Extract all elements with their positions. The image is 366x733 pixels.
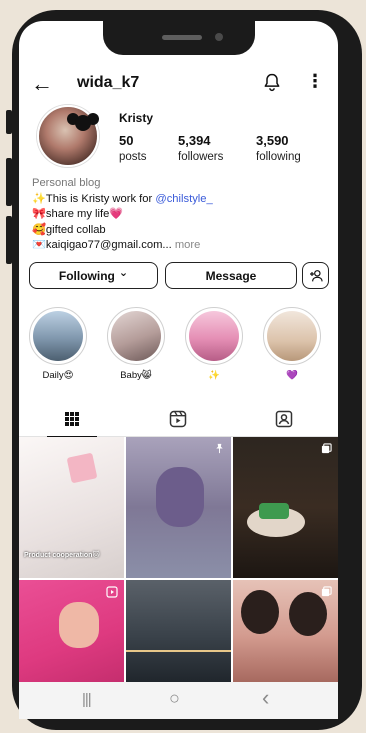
- grid-post[interactable]: [126, 437, 231, 578]
- stat-label: posts: [119, 151, 147, 163]
- stat-posts[interactable]: 50 posts: [119, 133, 147, 163]
- side-button-mid: [6, 158, 12, 206]
- post-thumbnail-shape: [66, 452, 98, 484]
- highlight-ring: [29, 307, 87, 365]
- story-highlight[interactable]: 💜: [263, 307, 321, 381]
- stat-value: 50: [119, 133, 134, 148]
- tagged-icon: [275, 410, 293, 428]
- posts-grid: Product cooperation🐱: [19, 437, 338, 682]
- speaker-slot: [162, 35, 202, 40]
- bio: Personal blog ✨This is Kristy work for @…: [32, 176, 332, 254]
- front-camera: [215, 33, 223, 41]
- back-icon[interactable]: ‹: [262, 685, 269, 711]
- post-thumbnail-shape: [59, 602, 99, 648]
- tab-posts-grid[interactable]: [19, 401, 125, 438]
- reel-icon: [106, 586, 118, 598]
- bio-line: ✨This is Kristy work for @chilstyle_: [32, 192, 332, 208]
- highlight-cover: [189, 311, 239, 361]
- chevron-down-icon: ⌄: [118, 267, 129, 279]
- screen: ← wida_k7 ⋮ Kristy 50 posts 5,394 follow…: [19, 21, 338, 719]
- story-highlight[interactable]: ✨: [185, 307, 243, 381]
- grid-post[interactable]: Product cooperation🐱: [19, 437, 124, 578]
- stat-value: 5,394: [178, 133, 211, 148]
- bio-text: ✨This is Kristy work for: [32, 192, 156, 205]
- post-thumbnail-shape: [156, 467, 204, 527]
- following-label: Following: [58, 268, 115, 283]
- message-button[interactable]: Message: [165, 262, 297, 289]
- stat-label: followers: [178, 151, 224, 163]
- bio-more-link[interactable]: more: [172, 239, 201, 251]
- profile-actions: Following ⌄ Message: [29, 262, 334, 290]
- side-button-low: [6, 216, 12, 264]
- bell-icon[interactable]: [262, 72, 282, 92]
- system-navigation-bar: ||| ○ ‹: [19, 682, 338, 719]
- bio-line: 💌kaiqigao77@gmail.com... more: [32, 238, 332, 254]
- grid-icon: [65, 412, 79, 426]
- home-icon[interactable]: ○: [169, 688, 180, 709]
- add-user-icon: [309, 269, 323, 281]
- post-thumbnail-shape: [289, 592, 327, 636]
- profile-tabs: [19, 401, 338, 438]
- tab-reels[interactable]: [125, 401, 231, 437]
- highlight-label: Daily😍: [42, 370, 74, 381]
- profile-header: ← wida_k7 ⋮: [19, 69, 338, 99]
- carousel-icon: [321, 443, 332, 454]
- recents-icon[interactable]: |||: [82, 691, 92, 708]
- grid-post[interactable]: [233, 580, 338, 682]
- tab-tagged[interactable]: [231, 401, 337, 437]
- bio-email: 💌kaiqigao77@gmail.com...: [32, 239, 172, 251]
- story-highlight[interactable]: Daily😍: [29, 307, 87, 381]
- grid-post[interactable]: [126, 580, 231, 682]
- highlight-label: Baby😸: [120, 370, 152, 381]
- bio-line: 🥰gifted collab: [32, 223, 106, 236]
- highlight-cover: [267, 311, 317, 361]
- stat-followers[interactable]: 5,394 followers: [178, 133, 223, 163]
- following-button[interactable]: Following ⌄: [29, 262, 158, 289]
- carousel-icon: [321, 586, 332, 597]
- post-caption-overlay: Product cooperation🐱: [24, 552, 100, 559]
- grid-post[interactable]: [19, 580, 124, 682]
- post-thumbnail-shape: [126, 650, 231, 652]
- message-label: Message: [205, 268, 257, 283]
- highlight-ring: [107, 307, 165, 365]
- arrow-left-icon[interactable]: ←: [31, 73, 53, 95]
- avatar[interactable]: [37, 105, 99, 167]
- side-button-top: [6, 110, 12, 134]
- highlight-cover: [111, 311, 161, 361]
- stat-label: following: [256, 151, 301, 163]
- highlight-label: 💜: [286, 370, 298, 381]
- highlight-cover: [33, 311, 83, 361]
- highlight-ring: [263, 307, 321, 365]
- bio-mention-link[interactable]: @chilstyle_: [155, 193, 212, 205]
- username-title: wida_k7: [77, 74, 140, 91]
- bio-line: 🎀share my life💗: [32, 208, 124, 220]
- stat-value: 3,590: [256, 133, 289, 148]
- camera-notch: [103, 21, 255, 55]
- highlight-label: ✨: [208, 370, 220, 381]
- reels-icon: [169, 410, 187, 428]
- add-user-button[interactable]: [302, 262, 329, 289]
- display-name: Kristy: [119, 111, 154, 125]
- stat-following[interactable]: 3,590 following: [256, 133, 301, 163]
- story-highlight[interactable]: Baby😸: [107, 307, 165, 381]
- post-thumbnail-shape: [241, 590, 279, 634]
- highlight-ring: [185, 307, 243, 365]
- more-vertical-icon[interactable]: ⋮: [306, 72, 324, 90]
- post-thumbnail-shape: [259, 503, 289, 519]
- pin-icon: [216, 443, 223, 454]
- bio-category: Personal blog: [32, 177, 101, 189]
- grid-post[interactable]: [233, 437, 338, 578]
